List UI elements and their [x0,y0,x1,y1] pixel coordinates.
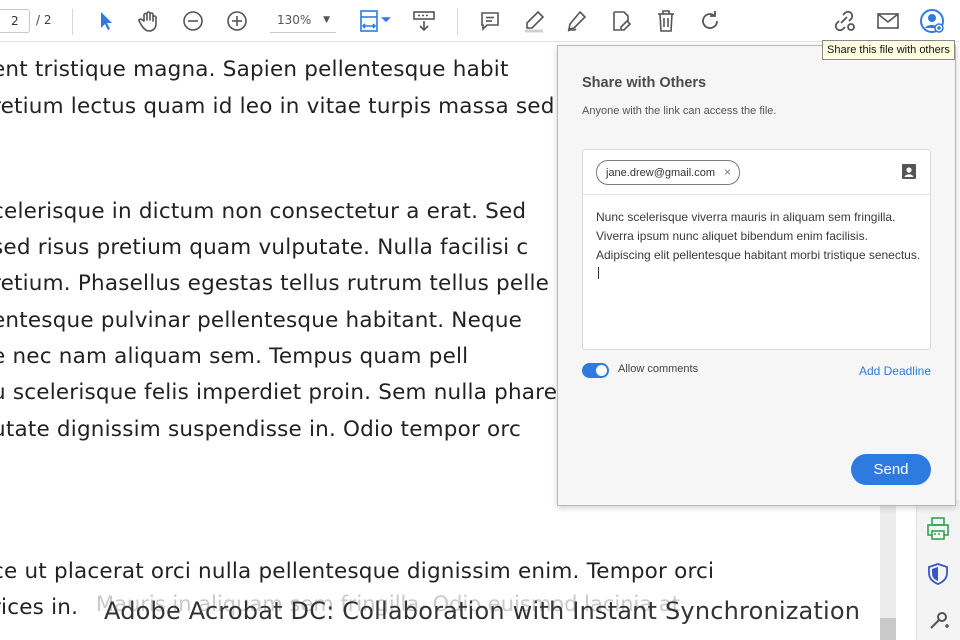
comment-icon[interactable] [476,7,504,35]
add-deadline-link[interactable]: Add Deadline [859,364,931,378]
document-line: ent tristique magna. Sapien pellentesque… [0,57,509,82]
fit-page-icon[interactable] [356,7,392,35]
recipients-field[interactable]: jane.drew@gmail.com × [583,150,930,195]
send-button[interactable]: Send [851,454,931,485]
address-book-icon[interactable] [901,163,917,180]
panel-title: Share with Others [582,75,707,91]
document-line: celerisque in dictum non consectetur a e… [0,199,527,224]
document-line: ce ut placerat orci nulla pellentesque d… [0,559,715,584]
shield-icon[interactable] [927,562,949,590]
share-tooltip: Share this file with others [822,40,955,60]
trash-icon[interactable] [652,7,680,35]
link-icon[interactable] [830,7,858,35]
zoom-in-icon[interactable] [223,7,251,35]
document-line: sed risus pretium quam vulputate. Nulla … [0,235,529,260]
allow-comments-label: Allow comments [618,363,699,375]
zoom-value: 130% [277,13,312,27]
document-line: entesque pulvinar pellentesque habitant.… [0,308,523,333]
edit-icon[interactable] [607,7,635,35]
text-cursor [598,267,599,279]
right-tool-rail [916,500,960,640]
highlight-icon[interactable] [520,7,548,35]
page-total: / 2 [36,13,52,27]
scroll-thumb[interactable] [880,618,896,640]
main-toolbar: 2 / 2 130% ▼ [0,0,960,42]
message-textarea[interactable]: Nunc scelerisque viverra mauris in aliqu… [596,208,921,284]
allow-comments-toggle[interactable] [582,363,609,378]
zoom-out-icon[interactable] [179,7,207,35]
document-line: retium lectus quam id leo in vitae turpi… [0,94,555,119]
draw-icon[interactable] [563,7,591,35]
scroll-mode-icon[interactable] [410,7,438,35]
print-icon[interactable] [926,516,950,546]
video-caption: Adobe Acrobat DC: Collaboration with Ins… [104,597,861,625]
select-arrow-icon[interactable] [92,7,120,35]
close-icon[interactable]: × [724,161,731,184]
toggle-knob [596,365,607,376]
document-line: utate dignissim suspendisse in. Odio tem… [0,417,521,442]
chevron-down-icon: ▼ [323,15,330,25]
share-form: jane.drew@gmail.com × Nunc scelerisque vi… [582,149,931,350]
share-user-icon[interactable] [918,7,946,35]
rotate-icon[interactable] [696,7,724,35]
toolbar-divider [72,9,73,35]
hand-icon[interactable] [135,7,163,35]
message-text: Nunc scelerisque viverra mauris in aliqu… [596,210,921,262]
recipient-email: jane.drew@gmail.com [606,167,715,179]
zoom-select[interactable]: 130% ▼ [270,9,336,33]
tools-icon[interactable] [927,608,951,636]
panel-subtitle: Anyone with the link can access the file… [582,105,777,117]
document-line: u scelerisque felis imperdiet proin. Sem… [0,380,558,405]
toolbar-divider [457,9,458,35]
email-icon[interactable] [874,7,902,35]
page-number-input[interactable]: 2 [0,9,30,33]
document-line: retium. Phasellus egestas tellus rutrum … [0,271,550,296]
share-panel: Share with Others Anyone with the link c… [557,45,956,506]
recipient-chip: jane.drew@gmail.com × [596,160,741,185]
document-line: e nec nam aliquam sem. Tempus quam pell [0,344,469,369]
document-line: rices in. [0,595,79,620]
